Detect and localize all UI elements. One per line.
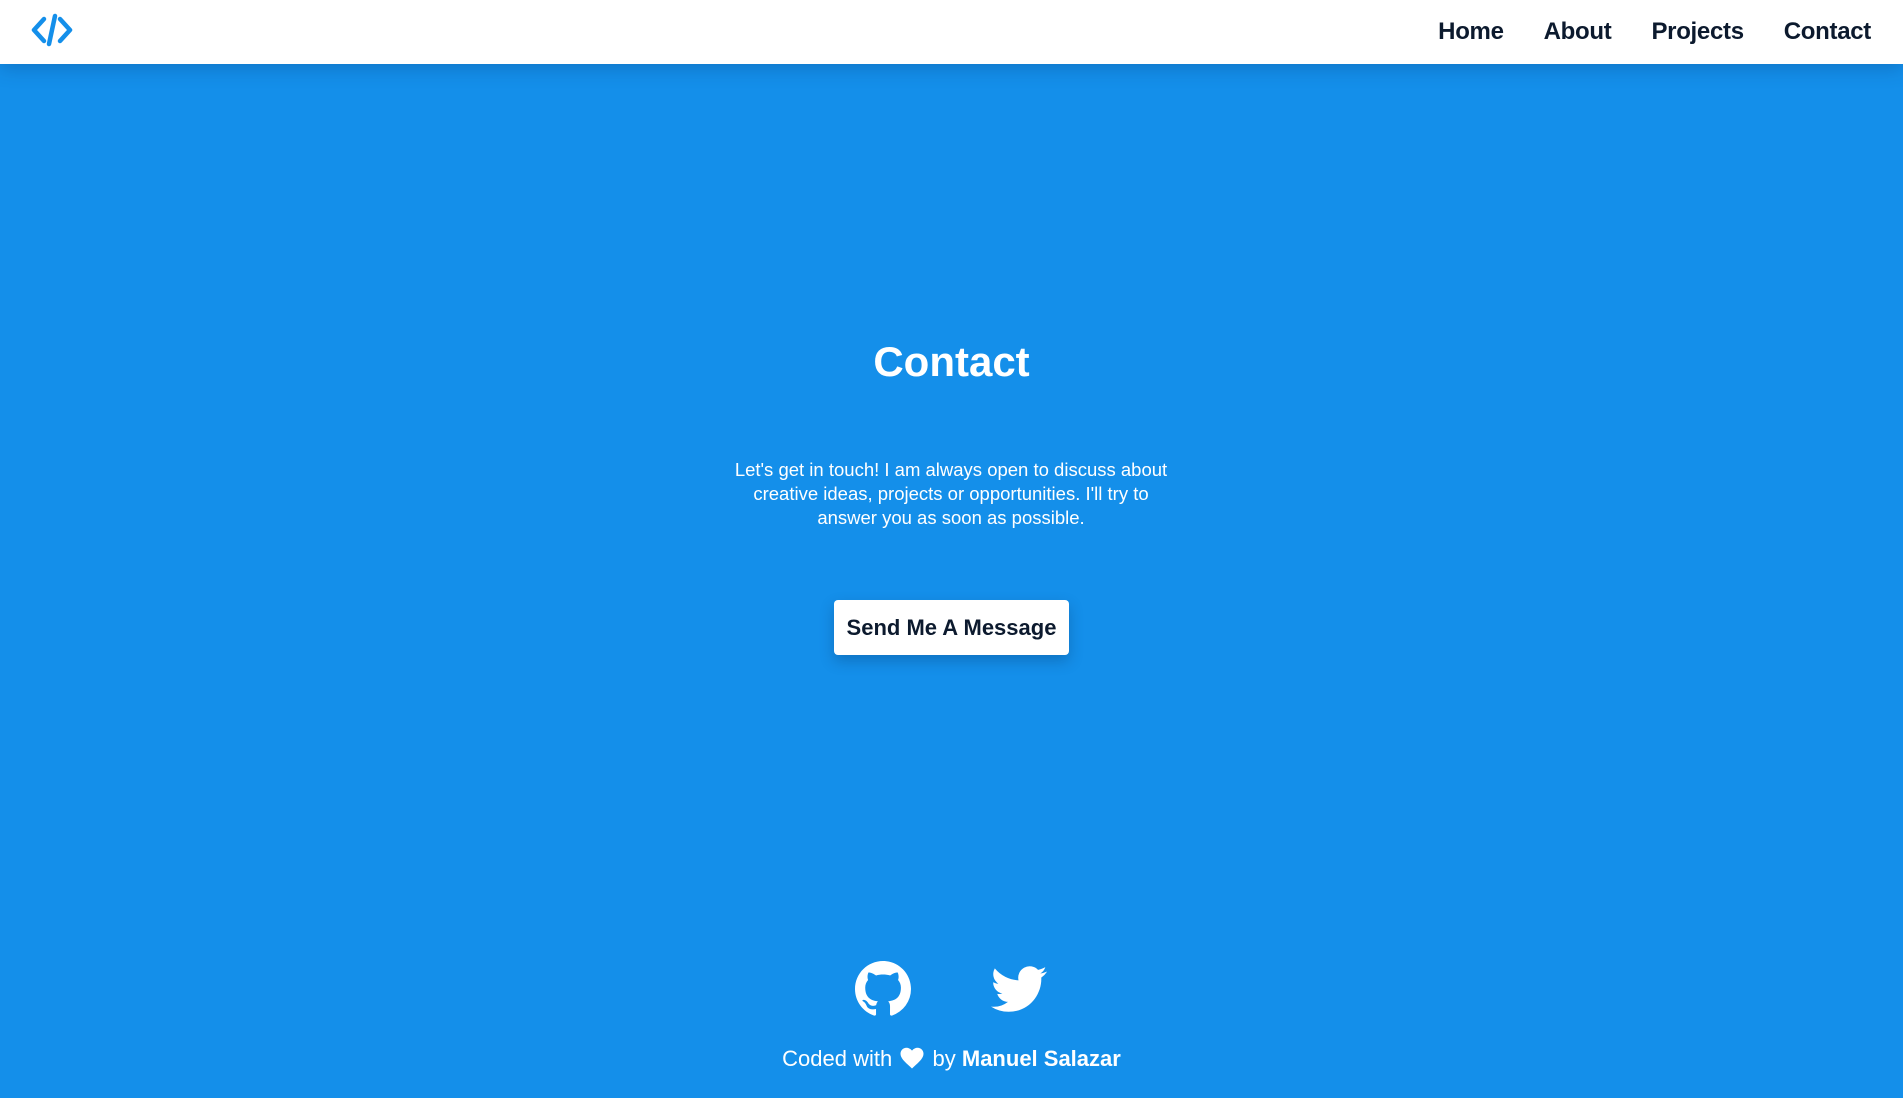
twitter-icon [991, 966, 1047, 1012]
contact-intro-text: Let's get in touch! I am always open to … [734, 459, 1168, 528]
nav-link-contact[interactable]: Contact [1784, 18, 1872, 46]
main-nav: Home About Projects Contact [1438, 0, 1871, 64]
nav-link-home[interactable]: Home [1438, 18, 1504, 46]
send-message-button[interactable]: Send Me A Message [834, 600, 1069, 655]
footer-by: by [932, 1046, 956, 1071]
twitter-link[interactable] [991, 961, 1047, 1017]
site-logo[interactable] [30, 12, 74, 48]
github-icon [855, 961, 911, 1016]
footer-prefix: Coded with [782, 1046, 893, 1071]
heart-icon [900, 1047, 924, 1069]
page-title: Contact [873, 338, 1030, 385]
nav-link-projects[interactable]: Projects [1651, 18, 1744, 46]
top-navbar: Home About Projects Contact [0, 0, 1903, 64]
code-brackets-icon [31, 13, 73, 47]
github-link[interactable] [855, 961, 911, 1017]
footer-author: Manuel Salazar [961, 1046, 1121, 1071]
footer-credit: Coded with by Manuel Salazar [0, 1045, 1903, 1073]
social-links [0, 961, 1903, 1017]
nav-link-about[interactable]: About [1544, 18, 1612, 46]
